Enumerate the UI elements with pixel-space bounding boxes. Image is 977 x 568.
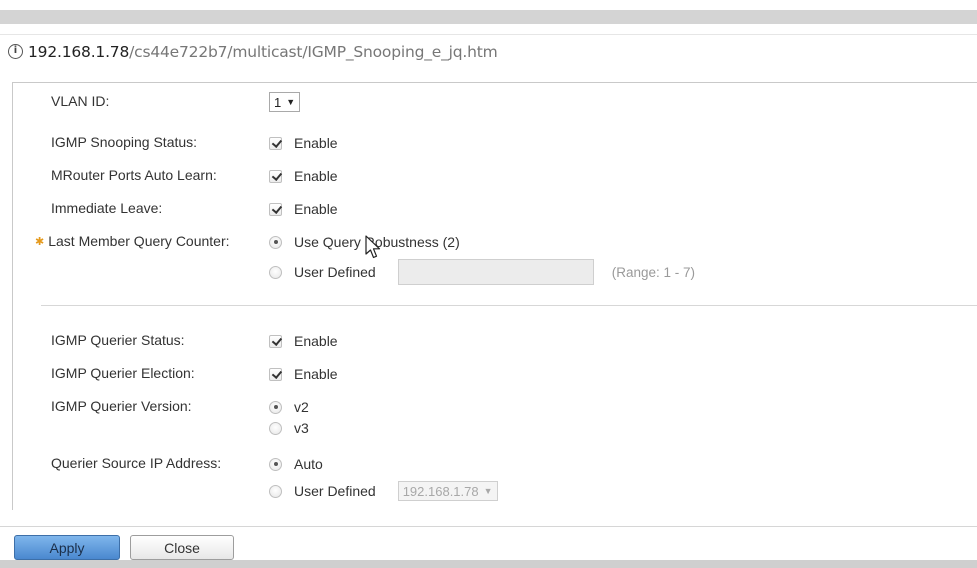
vlan-id-select[interactable]: 1 ▼	[269, 92, 301, 112]
vlan-id-label: VLAN ID:	[51, 93, 110, 109]
immediate-leave-checkbox[interactable]	[269, 202, 282, 216]
immediate-leave-row: Immediate Leave: Enable	[13, 198, 963, 220]
querier-source-user-defined-row: User Defined 192.168.1.78 ▼	[13, 479, 963, 501]
mrouter-auto-learn-option: Enable	[294, 168, 338, 184]
querier-source-ip-row: Querier Source IP Address: Auto	[13, 453, 963, 475]
igmp-querier-version-row: IGMP Querier Version: v2	[13, 396, 963, 418]
igmp-snooping-status-checkbox[interactable]	[269, 136, 282, 150]
last-member-query-counter-text: Last Member Query Counter:	[48, 233, 230, 249]
last-member-user-defined-option: User Defined	[294, 264, 376, 280]
vlan-id-row: VLAN ID: 1 ▼	[13, 91, 963, 113]
querier-source-auto-radio[interactable]	[269, 457, 282, 471]
querier-source-ip-select[interactable]: 192.168.1.78 ▼	[397, 481, 498, 501]
querier-source-ip-label: Querier Source IP Address:	[51, 455, 222, 471]
chevron-down-icon: ▼	[286, 97, 296, 107]
querier-version-v3-radio[interactable]	[269, 421, 282, 435]
apply-button[interactable]: Apply	[14, 535, 120, 560]
window-bottom-edge	[0, 560, 977, 568]
igmp-snooping-status-row: IGMP Snooping Status: Enable	[13, 132, 963, 154]
url-host: 192.168.1.78	[28, 43, 130, 61]
last-member-query-counter-row: ✱ Last Member Query Counter: Use Query Ro…	[13, 231, 963, 253]
close-button[interactable]: Close	[130, 535, 234, 560]
igmp-querier-status-option: Enable	[294, 333, 338, 349]
tab-strip	[0, 10, 977, 24]
browser-top-strip	[0, 0, 977, 28]
mrouter-auto-learn-row: MRouter Ports Auto Learn: Enable	[13, 165, 963, 187]
igmp-querier-version-label: IGMP Querier Version:	[51, 398, 192, 414]
igmp-querier-election-label: IGMP Querier Election:	[51, 365, 195, 381]
section-divider	[41, 305, 977, 306]
igmp-querier-election-option: Enable	[294, 366, 338, 382]
querier-source-ip-value: 192.168.1.78	[402, 483, 479, 499]
query-robustness-radio[interactable]	[269, 235, 282, 249]
mouse-pointer-icon	[365, 235, 381, 259]
vlan-id-value: 1	[274, 94, 282, 110]
mrouter-auto-learn-checkbox[interactable]	[269, 169, 282, 183]
igmp-querier-version-v3-row: v3	[13, 417, 963, 439]
immediate-leave-label: Immediate Leave:	[51, 200, 163, 216]
querier-source-user-defined-radio[interactable]	[269, 484, 282, 498]
igmp-snooping-panel: VLAN ID: 1 ▼ IGMP Snooping Status: Enabl…	[12, 82, 977, 510]
igmp-snooping-status-option: Enable	[294, 135, 338, 151]
igmp-querier-election-checkbox[interactable]	[269, 367, 282, 381]
info-icon[interactable]: i	[8, 44, 23, 59]
url-text[interactable]: 192.168.1.78/cs44e722b7/multicast/IGMP_S…	[28, 43, 498, 61]
range-hint: (Range: 1 - 7)	[611, 264, 695, 280]
url-path: /cs44e722b7/multicast/IGMP_Snooping_e_jq…	[129, 43, 498, 61]
igmp-querier-election-row: IGMP Querier Election: Enable	[13, 363, 963, 385]
querier-source-auto-option: Auto	[294, 456, 323, 472]
querier-version-v3-option: v3	[294, 420, 309, 436]
querier-version-v2-option: v2	[294, 399, 309, 415]
last-member-user-defined-radio[interactable]	[269, 265, 282, 279]
chevron-down-icon: ▼	[483, 486, 493, 496]
igmp-snooping-status-label: IGMP Snooping Status:	[51, 134, 198, 150]
igmp-querier-status-row: IGMP Querier Status: Enable	[13, 330, 963, 352]
mrouter-auto-learn-label: MRouter Ports Auto Learn:	[51, 167, 217, 183]
igmp-querier-status-checkbox[interactable]	[269, 334, 282, 348]
last-member-query-input[interactable]	[397, 259, 594, 285]
last-member-query-counter-label: ✱ Last Member Query Counter:	[35, 233, 230, 249]
immediate-leave-option: Enable	[294, 201, 338, 217]
igmp-querier-status-label: IGMP Querier Status:	[51, 332, 185, 348]
querier-version-v2-radio[interactable]	[269, 400, 282, 414]
gear-icon: ✱	[35, 236, 45, 248]
querier-source-user-defined-option: User Defined	[294, 483, 376, 499]
last-member-user-defined-row: User Defined (Range: 1 - 7)	[13, 259, 963, 285]
address-bar[interactable]: i 192.168.1.78/cs44e722b7/multicast/IGMP…	[0, 34, 977, 68]
